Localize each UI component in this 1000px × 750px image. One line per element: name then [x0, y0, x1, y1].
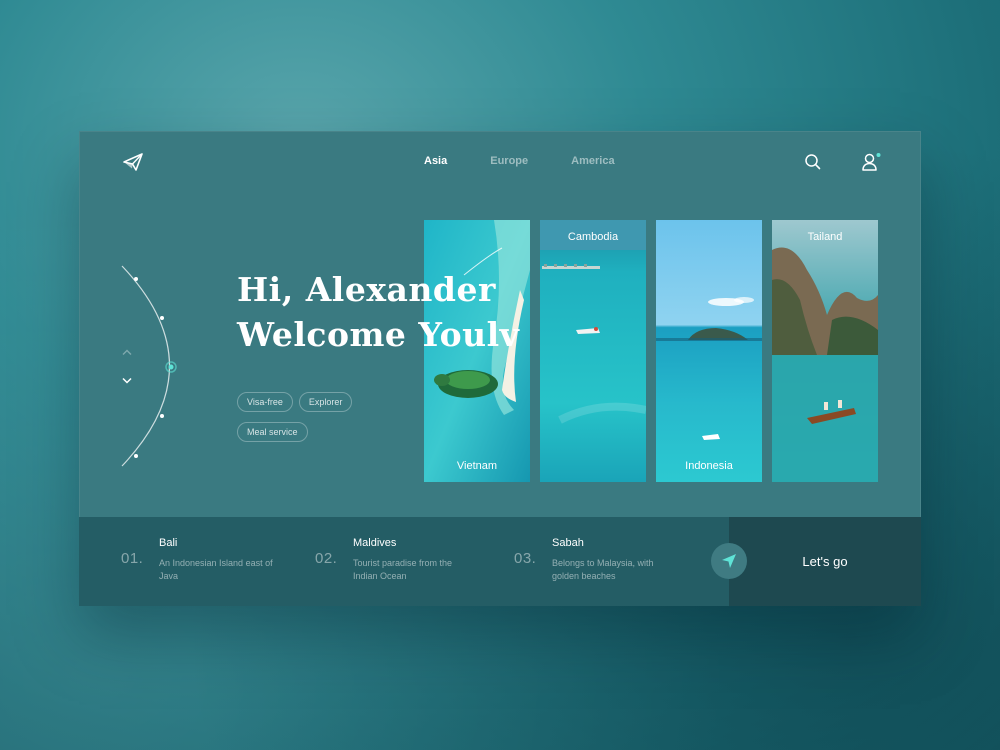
- search-icon[interactable]: [804, 153, 822, 171]
- nav-item-europe[interactable]: Europe: [490, 155, 528, 167]
- destination-item-maldives[interactable]: 02. Maldives Tourist paradise from the I…: [315, 517, 485, 606]
- destination-item-sabah[interactable]: 03. Sabah Belongs to Malaysia, with gold…: [514, 517, 694, 606]
- destination-number: 01.: [121, 550, 144, 567]
- card-label-indonesia: Indonesia: [685, 460, 733, 472]
- send-button[interactable]: [711, 543, 747, 579]
- destination-item-bali[interactable]: 01. Bali An Indonesian Island east of Ja…: [121, 517, 291, 606]
- main-panel: Asia Europe America Hi, Alexander Welcom…: [79, 131, 921, 606]
- nav-item-asia[interactable]: Asia: [424, 155, 447, 167]
- paper-plane-icon[interactable]: [123, 153, 143, 171]
- destination-number: 03.: [514, 550, 537, 567]
- destination-name: Maldives: [353, 537, 397, 549]
- card-label-tailand: Tailand: [807, 231, 843, 243]
- destination-description: Tourist paradise from the Indian Ocean: [353, 558, 453, 581]
- lets-go-button[interactable]: Let's go: [729, 517, 921, 606]
- send-icon: [722, 554, 736, 568]
- tag-explorer[interactable]: Explorer: [298, 392, 353, 412]
- destination-name: Bali: [159, 537, 178, 549]
- card-indonesia[interactable]: Indonesia: [656, 220, 762, 482]
- lets-go-label: Let's go: [802, 554, 848, 569]
- tag-list: Visa-free Explorer Meal service: [237, 392, 387, 452]
- hero-greeting: Hi, Alexander Welcome Youlv: [237, 267, 567, 357]
- card-label-cambodia: Cambodia: [567, 231, 619, 243]
- chevron-down-icon[interactable]: [121, 377, 133, 385]
- user-icon[interactable]: [861, 152, 883, 172]
- slide-progress-arc: [121, 265, 177, 467]
- chevron-up-icon[interactable]: [121, 348, 133, 356]
- card-tailand[interactable]: Tailand: [772, 220, 878, 482]
- destination-bar: 01. Bali An Indonesian Island east of Ja…: [79, 517, 921, 606]
- tag-visa-free[interactable]: Visa-free: [237, 392, 293, 412]
- destination-name: Sabah: [552, 537, 584, 549]
- destination-description: Belongs to Malaysia, with golden beaches: [552, 558, 654, 581]
- nav-item-america[interactable]: America: [571, 155, 614, 167]
- main-nav: Asia Europe America: [424, 155, 615, 167]
- destination-description: An Indonesian Island east of Java: [159, 558, 273, 581]
- hero-title-line2: Welcome Youlv: [237, 315, 520, 354]
- card-label-vietnam: Vietnam: [456, 460, 498, 472]
- tag-meal-service[interactable]: Meal service: [237, 422, 308, 442]
- tailand-photo: [772, 220, 878, 482]
- hero-title-line1: Hi, Alexander: [237, 270, 496, 309]
- indonesia-photo: [656, 220, 762, 482]
- destination-number: 02.: [315, 550, 338, 567]
